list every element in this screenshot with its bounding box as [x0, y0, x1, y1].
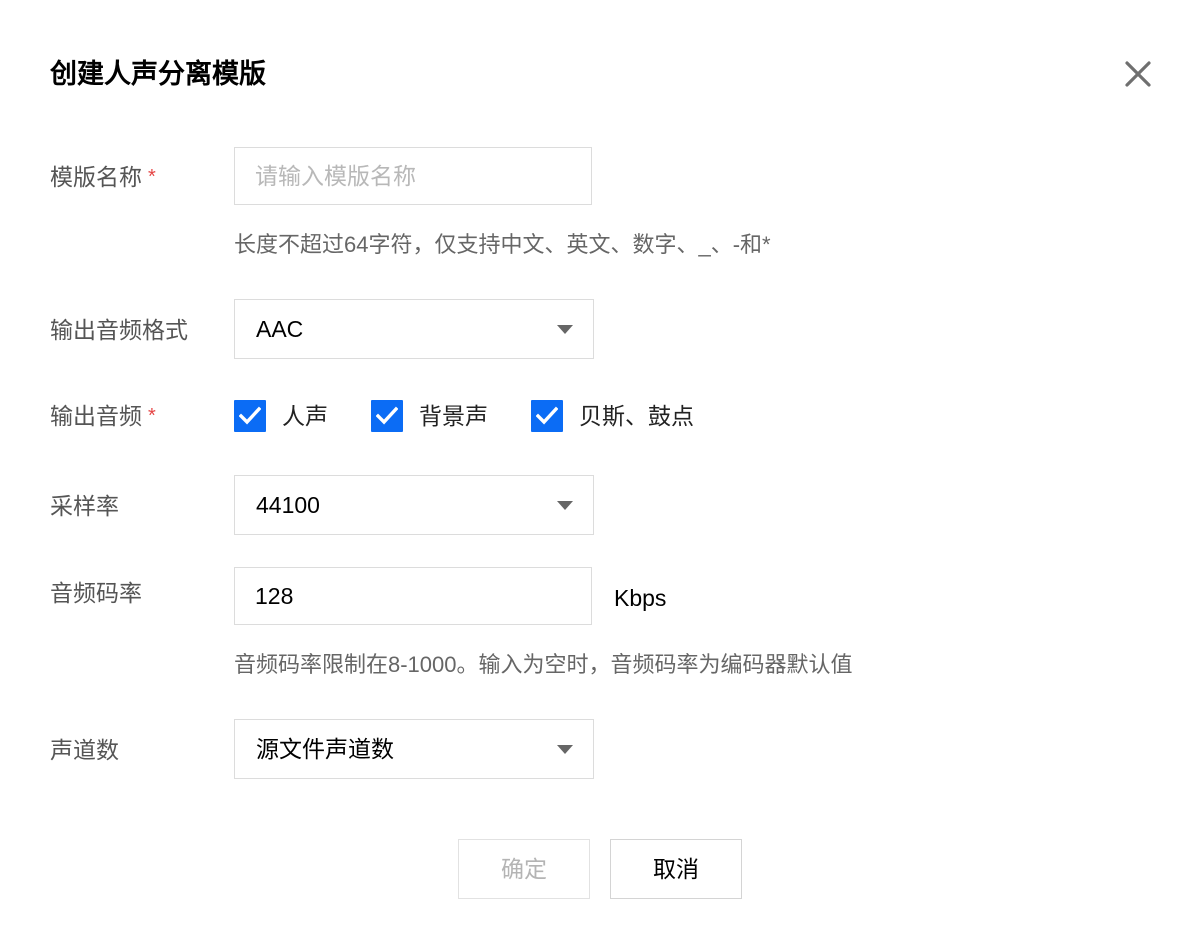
- checkbox-checked-icon: [531, 400, 563, 432]
- sample-rate-value: 44100: [256, 492, 320, 518]
- required-mark: *: [148, 166, 156, 188]
- bitrate-unit: Kbps: [614, 585, 667, 611]
- template-name-hint: 长度不超过64字符，仅支持中文、英文、数字、_、-和*: [234, 232, 771, 257]
- close-button[interactable]: [1120, 56, 1156, 92]
- template-name-input[interactable]: [234, 147, 592, 205]
- create-vocal-separation-template-dialog: 创建人声分离模版 模版名称* 长度不超过64字符，仅支持中文、英文、数字、_、-…: [0, 0, 1196, 934]
- channels-value: 源文件声道数: [256, 736, 394, 762]
- bitrate-label: 音频码率: [50, 580, 142, 606]
- required-mark: *: [148, 405, 156, 427]
- checkbox-label: 人声: [282, 403, 328, 429]
- close-icon: [1125, 61, 1151, 87]
- bitrate-hint: 音频码率限制在8-1000。输入为空时，音频码率为编码器默认值: [234, 652, 853, 677]
- caret-down-icon: [557, 325, 573, 334]
- checkbox-checked-icon: [234, 400, 266, 432]
- output-format-select[interactable]: AAC: [234, 299, 594, 359]
- channels-label: 声道数: [50, 737, 119, 763]
- checkbox-label: 背景声: [419, 403, 488, 429]
- cancel-button[interactable]: 取消: [610, 839, 742, 899]
- sample-rate-select[interactable]: 44100: [234, 475, 594, 535]
- checkbox-checked-icon: [371, 400, 403, 432]
- output-audio-label: 输出音频 *: [50, 403, 156, 429]
- output-format-value: AAC: [256, 316, 304, 342]
- channels-select[interactable]: 源文件声道数: [234, 719, 594, 779]
- checkbox-label: 贝斯、鼓点: [579, 403, 694, 429]
- dialog-title: 创建人声分离模版: [50, 59, 266, 89]
- sample-rate-label: 采样率: [50, 493, 119, 519]
- output-format-label: 输出音频格式: [50, 317, 188, 343]
- bitrate-input[interactable]: [234, 567, 592, 625]
- confirm-button[interactable]: 确定: [458, 839, 590, 899]
- caret-down-icon: [557, 501, 573, 510]
- caret-down-icon: [557, 745, 573, 754]
- template-name-label: 模版名称 *: [50, 164, 156, 190]
